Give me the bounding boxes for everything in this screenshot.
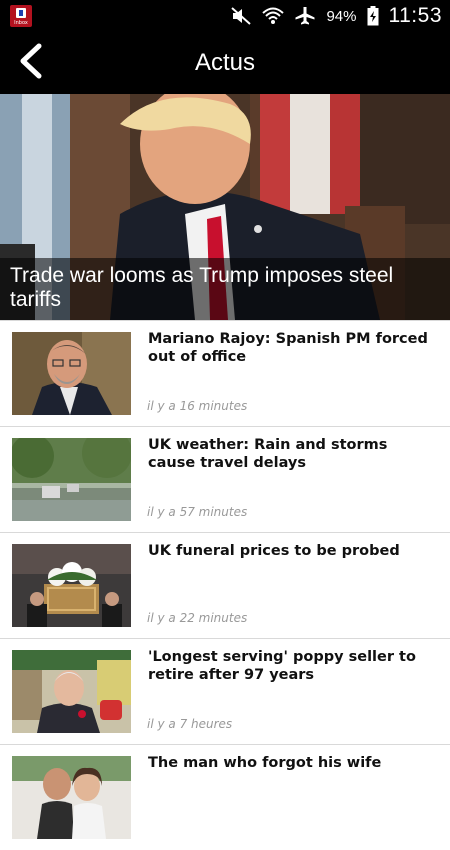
list-item[interactable]: Mariano Rajoy: Spanish PM forced out of … [0,320,450,426]
page-title: Actus [194,49,256,76]
status-left: Inbox [10,5,32,27]
status-right: 94% 11:53 [230,4,442,28]
article-timestamp: il y a 7 heures [147,717,233,731]
list-item[interactable]: UK funeral prices to be probed il y a 22… [0,532,450,638]
app-notification-icon: Inbox [10,5,32,27]
article-thumbnail [12,438,131,521]
list-item[interactable]: 'Longest serving' poppy seller to retire… [0,638,450,744]
article-timestamp: il y a 57 minutes [147,505,248,519]
article-thumbnail [12,756,131,839]
article-timestamp: il y a 16 minutes [147,399,248,413]
hero-headline: Trade war looms as Trump imposes steel t… [0,258,450,320]
app-bar: Actus [0,32,450,94]
list-item[interactable]: UK weather: Rain and storms cause travel… [0,426,450,532]
mute-icon [230,6,252,26]
clock: 11:53 [388,4,442,27]
article-thumbnail [12,650,131,733]
article-thumbnail [12,332,131,415]
article-title: Mariano Rajoy: Spanish PM forced out of … [148,331,428,365]
article-title: UK weather: Rain and storms cause travel… [148,437,388,471]
article-thumbnail [12,544,131,627]
app-notification-label: Inbox [14,20,28,26]
battery-percentage: 94% [326,7,357,25]
list-item[interactable]: The man who forgot his wife [0,744,450,850]
news-list: Mariano Rajoy: Spanish PM forced out of … [0,320,450,850]
airplane-mode-icon [294,6,316,26]
article-title: The man who forgot his wife [148,755,382,771]
article-timestamp: il y a 22 minutes [147,611,248,625]
article-title: 'Longest serving' poppy seller to retire… [148,649,416,683]
hero-article[interactable]: Trade war looms as Trump imposes steel t… [0,94,450,320]
article-title: UK funeral prices to be probed [148,543,400,559]
wifi-icon [262,6,285,26]
battery-charging-icon [367,6,379,26]
status-bar: Inbox 94% 11:53 [0,0,450,32]
